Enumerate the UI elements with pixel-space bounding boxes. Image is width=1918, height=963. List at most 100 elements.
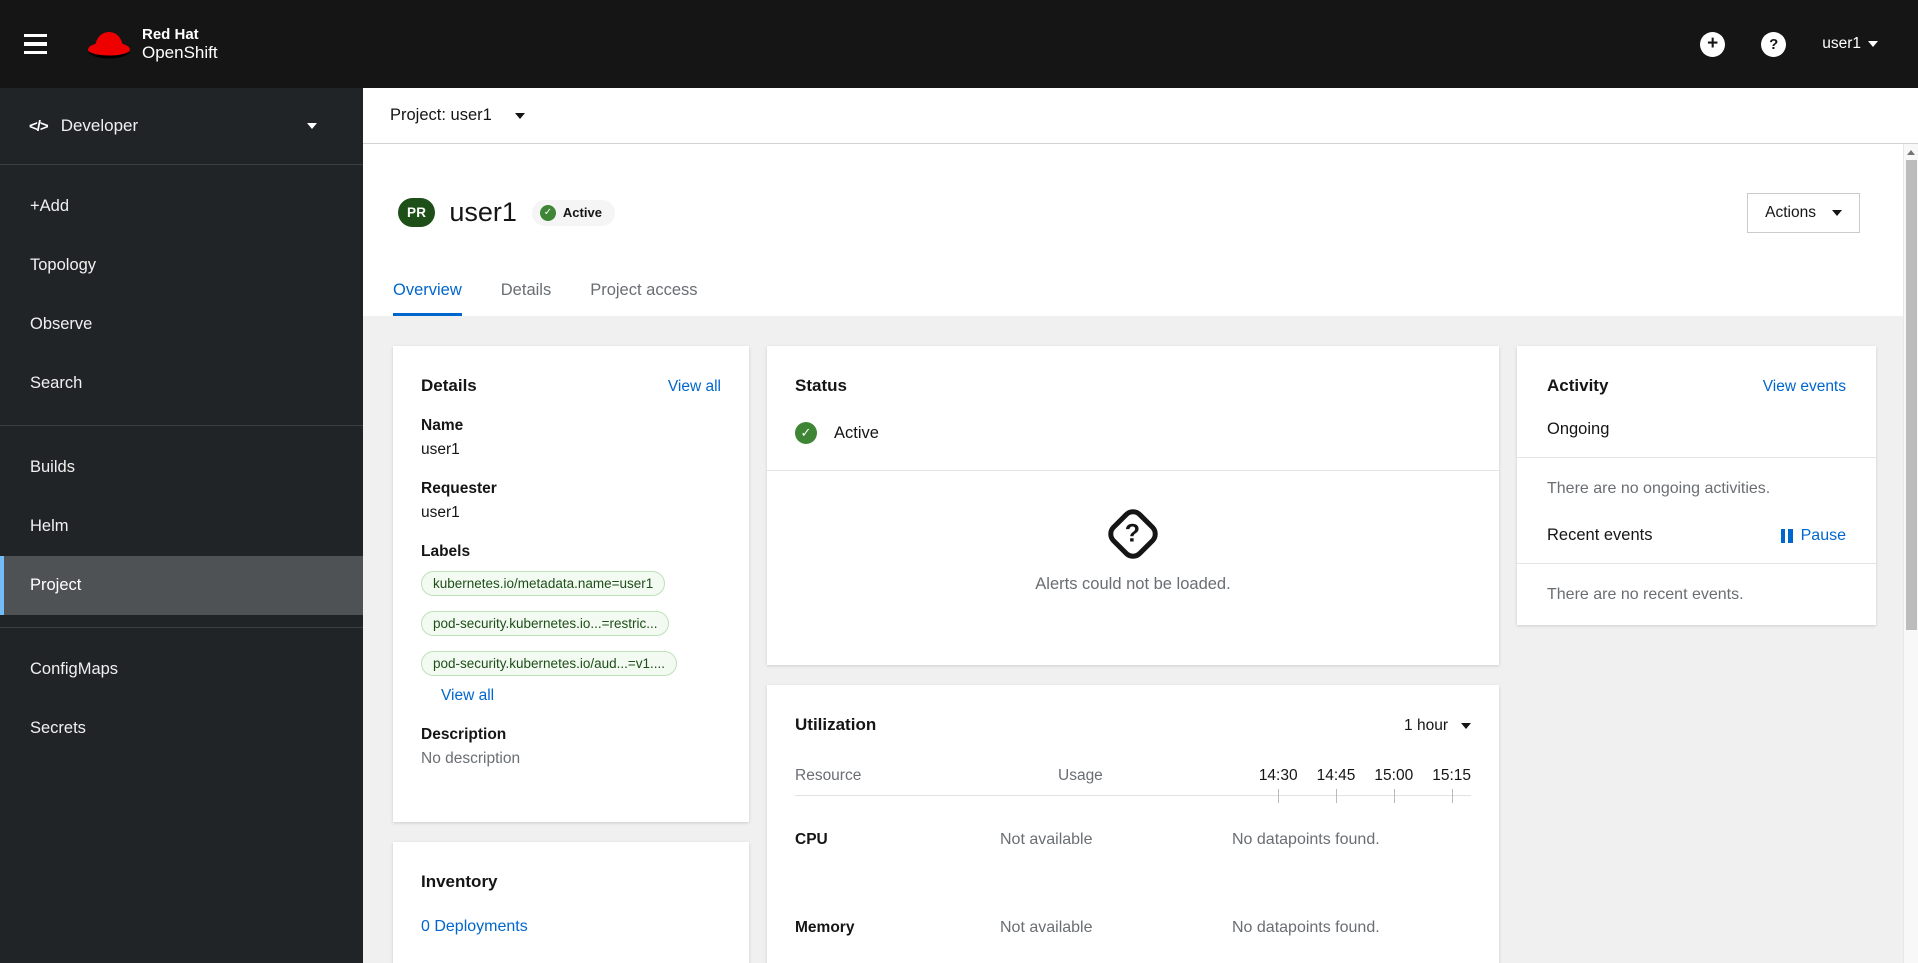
utilization-row-memory: Memory Not available No datapoints found… [795,884,1471,963]
time-tick-label: 14:45 [1316,767,1356,803]
sidebar-item-add[interactable]: +Add [0,177,363,236]
red-hat-icon [88,31,130,59]
sidebar-item-secrets[interactable]: Secrets [0,699,363,758]
sidebar-item-configmaps[interactable]: ConfigMaps [0,640,363,699]
resource-column-header: Resource [795,767,862,784]
actions-label: Actions [1765,204,1816,221]
nav-section-1: +Add Topology Observe Search [0,165,363,426]
labels-field-label: Labels [421,543,471,560]
activity-card: Activity View events Ongoing There are n… [1517,346,1876,625]
check-circle-icon: ✓ [795,422,817,444]
utilization-card: Utilization 1 hour Resource Usage 14:30 … [767,685,1499,963]
recent-events-heading: Recent events [1547,526,1653,544]
details-card: Details View all Name user1 Requester us… [393,346,749,822]
status-card: Status ✓ Active ? Alerts could not be lo… [767,346,1499,665]
status-card-title: Status [795,376,847,395]
tab-details[interactable]: Details [501,281,551,316]
pause-icon [1780,528,1793,543]
vertical-scrollbar[interactable] [1903,144,1918,963]
main-area: Project: user1 PR user1 ✓ Active Actions… [363,88,1918,963]
time-axis: 14:30 14:45 15:00 15:15 [1232,767,1471,803]
project-resource-badge: PR [398,198,436,227]
nav-section-2: Builds Helm Project [0,426,363,628]
status-state-label: Active [834,423,879,442]
code-icon: </> [29,117,49,135]
scrollbar-thumb[interactable] [1906,160,1917,630]
chevron-down-icon [514,112,525,119]
add-plus-circle-icon[interactable]: + [1700,31,1726,57]
no-recent-message: There are no recent events. [1547,586,1744,603]
brand-line1: Red Hat [142,25,199,43]
divider [1517,563,1876,564]
overview-content: Details View all Name user1 Requester us… [363,316,1903,963]
pause-events-button[interactable]: Pause [1780,526,1846,545]
status-badge-label: Active [562,205,602,220]
project-selector-label: Project: user1 [390,106,492,124]
requester-field-value: user1 [421,504,460,521]
label-pill[interactable]: pod-security.kubernetes.io...=restric... [421,611,670,636]
requester-field-label: Requester [421,480,497,497]
resource-name: Memory [795,919,855,936]
sidebar-item-builds[interactable]: Builds [0,438,363,497]
details-view-all-link[interactable]: View all [668,378,721,396]
check-circle-icon: ✓ [539,204,556,221]
inventory-card-title: Inventory [421,872,498,891]
chevron-down-icon [1832,210,1842,216]
sidebar-item-project[interactable]: Project [0,556,363,615]
deployments-link[interactable]: 0 Deployments [421,918,721,936]
brand-logo[interactable]: Red Hat OpenShift [86,26,218,63]
brand-line2: OpenShift [142,42,218,62]
user-menu-dropdown[interactable]: user1 [1822,35,1878,53]
actions-dropdown-button[interactable]: Actions [1747,193,1860,233]
name-field-value: user1 [421,441,460,458]
view-events-link[interactable]: View events [1763,378,1846,396]
unknown-alerts-icon: ? [1103,503,1163,564]
time-tick-label: 15:15 [1432,767,1471,803]
perspective-switcher[interactable]: </> Developer [0,88,363,165]
label-pill[interactable]: kubernetes.io/metadata.name=user1 [421,571,666,596]
help-question-circle-icon[interactable]: ? [1761,31,1787,57]
brand-text: Red Hat OpenShift [142,26,218,63]
resource-usage: Not available [1000,831,1093,848]
page-header: PR user1 ✓ Active Actions Overview Detai… [363,144,1903,316]
duration-dropdown[interactable]: 1 hour [1404,717,1471,735]
utilization-header-row: Resource Usage 14:30 14:45 15:00 15:15 [795,767,1471,803]
sidebar-item-helm[interactable]: Helm [0,497,363,556]
ongoing-heading: Ongoing [1547,420,1610,438]
chevron-down-icon [1461,723,1471,729]
utilization-row-cpu: CPU Not available No datapoints found. [795,796,1471,884]
sidebar-item-topology[interactable]: Topology [0,236,363,295]
page-title: user1 [449,197,517,227]
tab-project-access[interactable]: Project access [590,281,697,316]
activity-card-title: Activity [1547,376,1609,395]
resource-usage: Not available [1000,919,1093,936]
chevron-down-icon [1868,41,1878,47]
time-tick-label: 14:30 [1258,767,1298,803]
time-tick-label: 15:00 [1374,767,1414,803]
nav-section-3: ConfigMaps Secrets [0,628,363,770]
alerts-message: Alerts could not be loaded. [1035,574,1231,593]
name-field-label: Name [421,417,464,434]
status-badge: ✓ Active [531,199,615,226]
labels-view-all-link[interactable]: View all [441,687,494,705]
perspective-label: Developer [60,116,139,135]
details-card-title: Details [421,376,477,395]
sidebar-nav: </> Developer +Add Topology Observe Sear… [0,88,363,963]
duration-label: 1 hour [1404,717,1448,734]
project-selector-dropdown[interactable]: Project: user1 [363,88,1918,144]
tab-overview[interactable]: Overview [393,281,462,316]
label-pill[interactable]: pod-security.kubernetes.io/aud...=v1.... [421,651,678,676]
tab-bar: Overview Details Project access [393,281,698,316]
resource-datapoints: No datapoints found. [1232,919,1380,936]
sidebar-item-observe[interactable]: Observe [0,295,363,354]
nav-toggle-hamburger-icon[interactable] [24,27,64,61]
divider [1517,457,1876,458]
utilization-card-title: Utilization [795,715,877,734]
description-field-value: No description [421,750,521,767]
user-menu-label: user1 [1822,35,1861,52]
usage-column-header: Usage [1058,767,1103,784]
chevron-down-icon [307,123,317,129]
sidebar-item-search[interactable]: Search [0,354,363,413]
scrollbar-up-arrow-icon[interactable] [1904,144,1918,160]
pause-label: Pause [1800,526,1846,544]
